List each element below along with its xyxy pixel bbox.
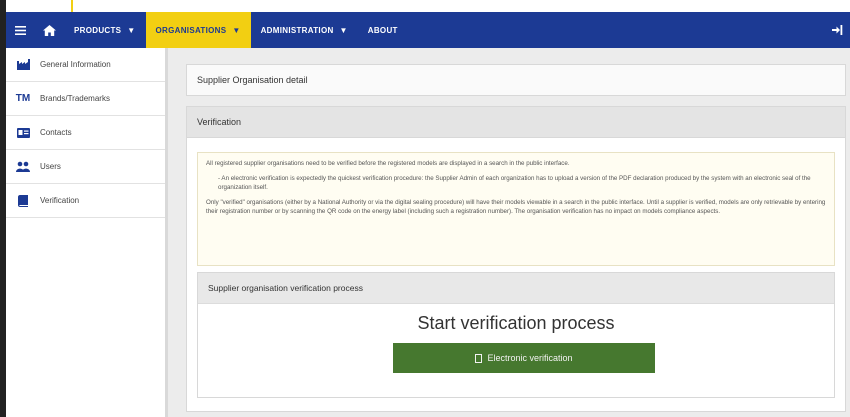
info-paragraph: - An electronic verification is expected… (218, 175, 811, 191)
sidebar-item-users[interactable]: Users (6, 150, 165, 184)
nav-administration[interactable]: ADMINISTRATION ▼ (251, 12, 358, 48)
sidebar-item-label: Users (40, 162, 61, 171)
document-icon (475, 353, 483, 363)
verification-process-card: Supplier organisation verification proce… (197, 272, 835, 398)
sidebar: General Information TM Brands/Trademarks… (6, 48, 168, 417)
sidebar-item-label: Contacts (40, 128, 72, 137)
sidebar-item-label: General Information (40, 60, 111, 69)
nav-administration-label: ADMINISTRATION (260, 25, 334, 35)
book-icon (6, 194, 40, 207)
sidebar-item-contacts[interactable]: Contacts (6, 116, 165, 150)
info-paragraph: All registered supplier organisations ne… (206, 160, 570, 167)
sidebar-item-brands-trademarks[interactable]: TM Brands/Trademarks (6, 82, 165, 116)
logout-icon[interactable] (824, 25, 850, 35)
verification-title: Verification (187, 107, 845, 138)
nav-about[interactable]: ABOUT (358, 12, 408, 48)
process-title: Supplier organisation verification proce… (198, 273, 834, 304)
sidebar-item-label: Verification (40, 196, 80, 205)
main-content: Supplier Organisation detail Verificatio… (168, 48, 850, 417)
caret-down-icon: ▼ (339, 25, 348, 35)
nav-products-label: PRODUCTS (74, 25, 122, 35)
info-paragraph: Only "verified" organisations (either by… (206, 199, 826, 215)
nav-about-label: ABOUT (367, 25, 398, 35)
home-icon[interactable] (34, 24, 64, 36)
contact-card-icon (6, 127, 40, 138)
verification-info-box: All registered supplier organisations ne… (197, 152, 835, 266)
nav-organisations-label: ORGANISATIONS (155, 25, 227, 35)
verification-card: Verification All registered supplier org… (186, 106, 846, 412)
menu-icon[interactable] (6, 25, 34, 35)
top-navigation-bar: PRODUCTS ▼ ORGANISATIONS ▼ ADMINISTRATIO… (6, 12, 850, 48)
users-icon (6, 161, 40, 172)
page-title: Supplier Organisation detail (186, 64, 846, 96)
start-verification-heading: Start verification process (417, 313, 615, 333)
electronic-verification-label: Electronic verification (487, 353, 573, 363)
nav-organisations[interactable]: ORGANISATIONS ▼ (145, 12, 251, 48)
electronic-verification-button[interactable]: Electronic verification (393, 343, 655, 373)
sidebar-item-label: Brands/Trademarks (40, 94, 110, 103)
nav-products[interactable]: PRODUCTS ▼ (64, 12, 146, 48)
caret-down-icon: ▼ (232, 25, 241, 35)
trademark-icon: TM (15, 93, 31, 104)
app-window: PRODUCTS ▼ ORGANISATIONS ▼ ADMINISTRATIO… (0, 0, 850, 417)
caret-down-icon: ▼ (127, 25, 136, 35)
sidebar-item-verification[interactable]: Verification (6, 184, 165, 218)
factory-icon (6, 59, 40, 70)
active-indicator (71, 0, 73, 12)
sidebar-item-general-information[interactable]: General Information (6, 48, 165, 82)
